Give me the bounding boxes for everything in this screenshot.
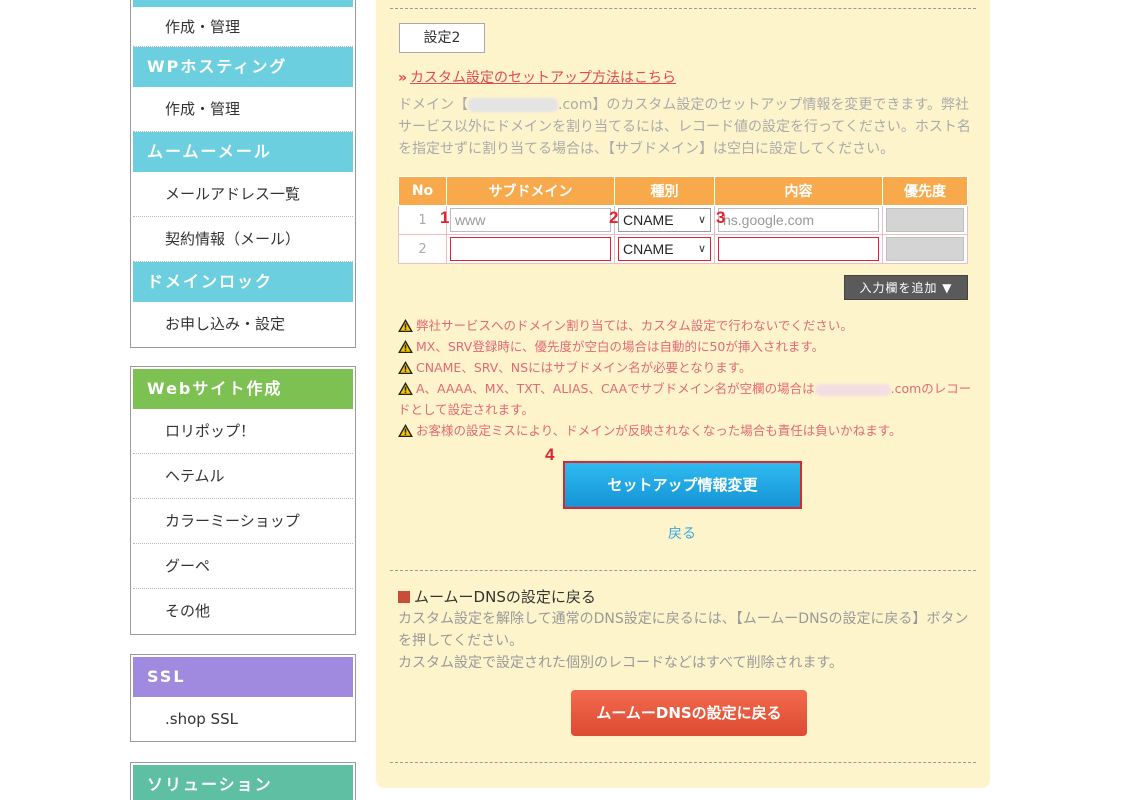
setting-tab-label: 設定2 [399, 23, 485, 53]
custom-setting-description: ドメイン【 .com】のカスタム設定のセットアップ情報を変更できます。弊社サービス… [398, 94, 982, 160]
sidebar-box-ssl: SSL .shop SSL [130, 654, 356, 742]
caret-down-icon: ▼ [942, 281, 953, 295]
divider-bottom [390, 762, 976, 763]
square-bullet-icon [398, 591, 410, 603]
content-input[interactable]: hs.google.com [718, 208, 879, 232]
subdomain-cell [446, 234, 615, 264]
dns-records-table: No サブドメイン 種別 内容 優先度 1 www CNAME ∨ hs.goog… [398, 176, 968, 264]
sidebar-header-wp-hosting: WPホスティング [131, 47, 355, 87]
sidebar-item-shop-ssl[interactable]: .shop SSL [133, 697, 353, 741]
back-link[interactable]: 戻る [668, 523, 696, 543]
return-dns-description: カスタム設定を解除して通常のDNS設定に戻るには、【ムームーDNSの設定に戻る】… [398, 608, 982, 674]
warning-note: CNAME、SRV、NSにはサブドメイン名が必要となります。 [398, 357, 978, 378]
priority-cell [882, 234, 968, 264]
priority-input[interactable] [886, 208, 964, 232]
type-cell: CNAME ∨ [614, 205, 715, 235]
sidebar-item-create-manage[interactable]: 作成・管理 [133, 7, 353, 47]
record-type-value: CNAME [623, 241, 674, 257]
sidebar-item-lolipop[interactable]: ロリポップ！ [133, 409, 353, 454]
main-panel: 設定2 » カスタム設定のセットアップ方法はこちら ドメイン【 .com】のカスタム… [376, 0, 990, 788]
sidebar-item-lock-apply[interactable]: お申し込み・設定 [133, 302, 353, 347]
sidebar-header-solution: ソリューション [131, 765, 355, 800]
warning-icon [398, 424, 413, 437]
priority-cell [882, 205, 968, 235]
col-no: No [398, 176, 447, 206]
warning-text: お客様の設定ミスにより、ドメインが反映されなくなった場合も責任は負いかねます。 [416, 423, 902, 438]
warning-notes: 弊社サービスへのドメイン割り当ては、カスタム設定で行わないでください。 MX、S… [398, 315, 978, 441]
chevron-down-icon: ∨ [697, 214, 706, 226]
warning-icon [398, 361, 413, 374]
sidebar-item-mail-contract[interactable]: 契約情報（メール） [133, 217, 353, 262]
sidebar-item-mail-address-list[interactable]: メールアドレス一覧 [133, 172, 353, 217]
warning-text: 弊社サービスへのドメイン割り当ては、カスタム設定で行わないでください。 [416, 318, 853, 333]
double-chevron-right-icon: » [398, 70, 408, 86]
redacted-domain [814, 383, 891, 396]
col-type: 種別 [614, 176, 715, 206]
col-content: 内容 [714, 176, 883, 206]
warning-note: MX、SRV登録時に、優先度が空白の場合は自動的に50が挿入されます。 [398, 336, 978, 357]
sidebar-item-goope[interactable]: グーペ [133, 544, 353, 589]
divider-middle [390, 570, 976, 571]
record-type-select[interactable]: CNAME ∨ [618, 208, 711, 232]
sidebar-header-website: Webサイト作成 [131, 369, 355, 409]
table-row: 1 www CNAME ∨ hs.google.com [398, 205, 968, 235]
subdomain-input[interactable]: www [450, 208, 611, 232]
description-line: カスタム設定で設定された個別のレコードなどはすべて削除されます。 [398, 655, 844, 671]
priority-input[interactable] [886, 237, 964, 261]
step-marker-2: 2 [609, 208, 619, 227]
warning-icon [398, 382, 413, 395]
sidebar-box-solution: ソリューション [130, 762, 356, 800]
sidebar-item-colorme-shop[interactable]: カラーミーショップ [133, 499, 353, 544]
add-input-row-button[interactable]: 入力欄を追加 ▼ [844, 275, 968, 300]
warning-text: A、AAAA、MX、TXT、ALIAS、CAAでサブドメイン名が空欄の場合は [416, 381, 815, 396]
warning-note: 弊社サービスへのドメイン割り当ては、カスタム設定で行わないでください。 [398, 315, 978, 336]
warning-text: MX、SRV登録時に、優先度が空白の場合は自動的に50が挿入されます。 [416, 339, 825, 354]
table-row: 2 CNAME ∨ [398, 234, 968, 264]
divider-top [390, 8, 976, 9]
add-row-label: 入力欄を追加 [859, 281, 938, 295]
redacted-domain [468, 98, 558, 112]
table-header-row: No サブドメイン 種別 内容 優先度 [398, 176, 968, 206]
subdomain-input[interactable] [450, 237, 611, 261]
warning-icon [398, 340, 413, 353]
return-dns-section-title: ムームーDNSの設定に戻る [398, 586, 596, 607]
warning-icon [398, 319, 413, 332]
setup-guide-link-text[interactable]: カスタム設定のセットアップ方法はこちら [410, 70, 676, 86]
setup-guide-link[interactable]: » カスタム設定のセットアップ方法はこちら [398, 67, 676, 87]
section-title-text: ムームーDNSの設定に戻る [414, 588, 596, 606]
type-cell: CNAME ∨ [614, 234, 715, 264]
chevron-down-icon: ∨ [697, 243, 706, 255]
sidebar-item-wp-create-manage[interactable]: 作成・管理 [133, 87, 353, 132]
col-subdomain: サブドメイン [446, 176, 615, 206]
sidebar-header-ssl: SSL [131, 657, 355, 697]
sidebar-box-website: Webサイト作成 ロリポップ！ ヘテムル カラーミーショップ グーペ その他 [130, 366, 356, 635]
step-marker-3: 3 [716, 208, 726, 227]
record-type-value: CNAME [623, 212, 674, 228]
warning-note: お客様の設定ミスにより、ドメインが反映されなくなった場合も責任は負いかねます。 [398, 420, 978, 441]
return-to-muumuu-dns-button[interactable]: ムームーDNSの設定に戻る [571, 690, 807, 736]
description-line: カスタム設定を解除して通常のDNS設定に戻るには、【ムームーDNSの設定に戻る】… [398, 611, 969, 649]
record-type-select[interactable]: CNAME ∨ [618, 237, 711, 261]
sidebar-header-domain-lock: ドメインロック [131, 262, 355, 302]
step-marker-1: 1 [440, 208, 450, 227]
row-number: 2 [398, 234, 447, 264]
subdomain-cell: www [446, 205, 615, 235]
content-cell: hs.google.com [714, 205, 883, 235]
content-input[interactable] [718, 237, 879, 261]
sidebar-header-top [131, 0, 355, 7]
sidebar-box-domain: 作成・管理 WPホスティング 作成・管理 ムームーメール メールアドレス一覧 契… [130, 0, 356, 348]
desc-prefix: ドメイン【 [398, 97, 468, 113]
sidebar-header-muumuu-mail: ムームーメール [131, 132, 355, 172]
apply-setup-button[interactable]: セットアップ情報変更 [563, 461, 802, 509]
warning-text: CNAME、SRV、NSにはサブドメイン名が必要となります。 [416, 360, 752, 375]
step-marker-4: 4 [545, 445, 555, 464]
content-cell [714, 234, 883, 264]
sidebar-item-heteml[interactable]: ヘテムル [133, 454, 353, 499]
col-priority: 優先度 [882, 176, 968, 206]
sidebar-item-other[interactable]: その他 [133, 589, 353, 634]
warning-note: A、AAAA、MX、TXT、ALIAS、CAAでサブドメイン名が空欄の場合は .c… [398, 378, 978, 420]
